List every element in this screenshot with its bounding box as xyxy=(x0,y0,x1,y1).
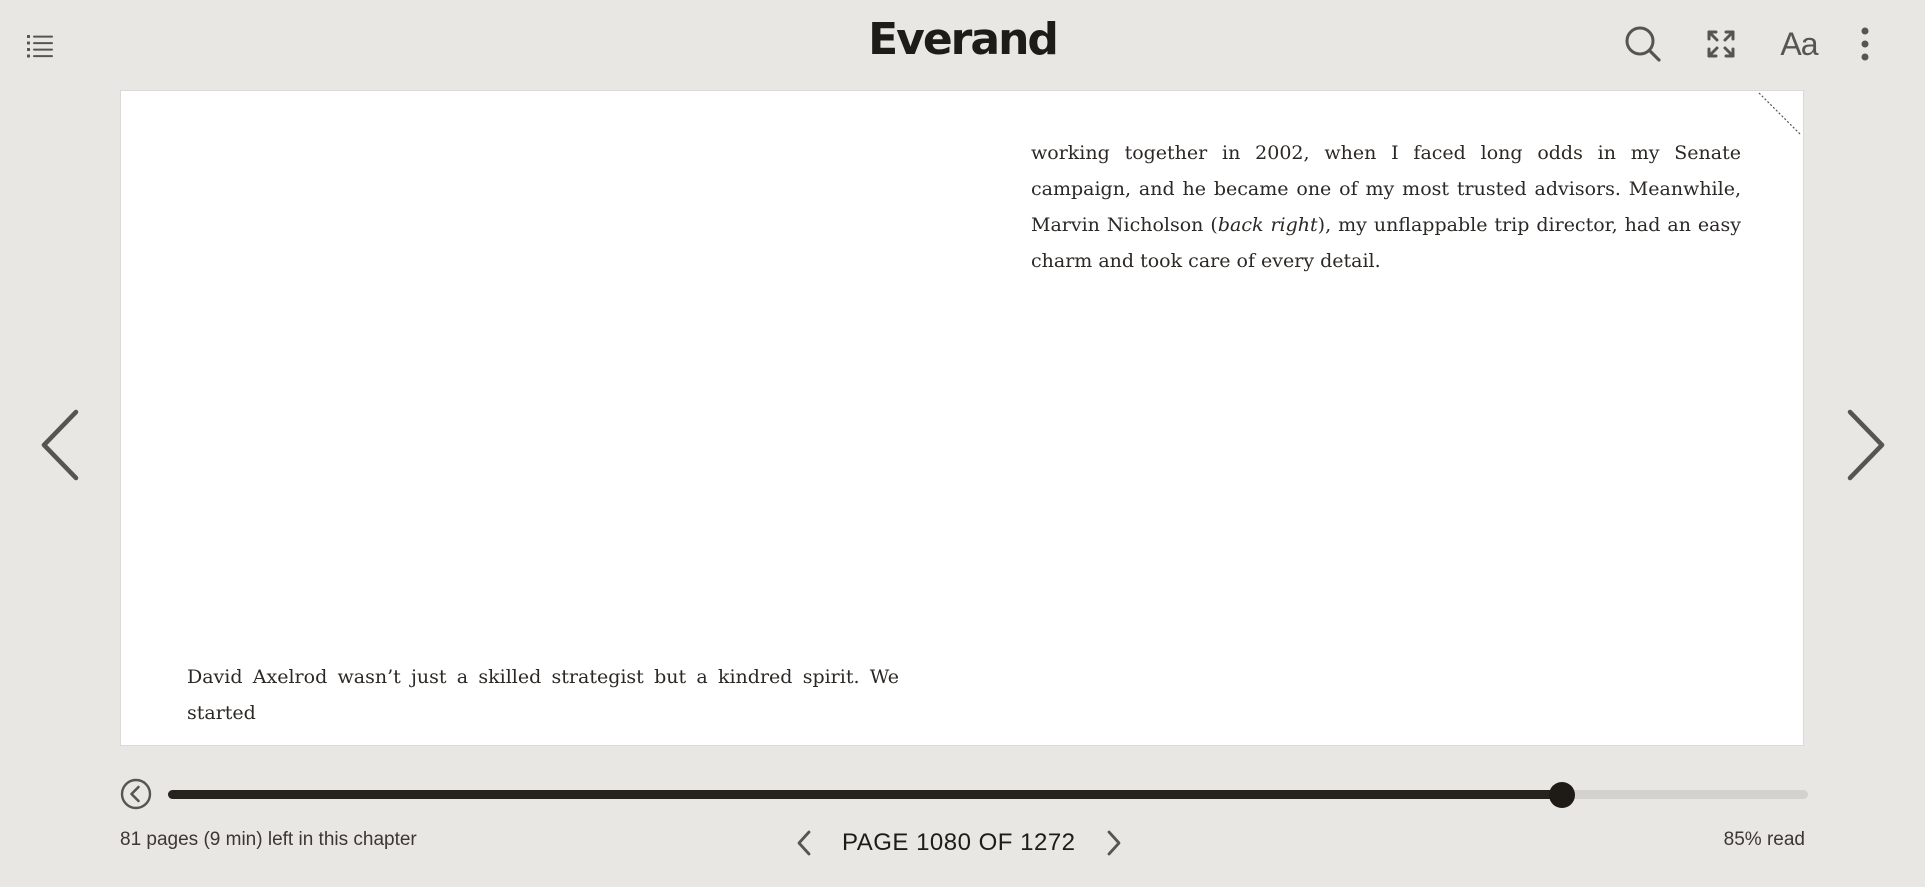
chevron-right-icon xyxy=(1847,409,1885,481)
bookmark-corner-icon[interactable] xyxy=(1755,91,1803,139)
percent-read-text: 85% read xyxy=(1723,829,1805,850)
page-navigator: PAGE 1080 OF 1272 xyxy=(784,820,1134,866)
list-icon xyxy=(27,35,53,58)
chevron-left-icon xyxy=(797,830,811,856)
more-options-button[interactable] xyxy=(1843,22,1887,66)
italic-caption-reference: back right xyxy=(1217,214,1318,236)
next-page-button[interactable] xyxy=(1836,405,1896,485)
progress-slider-thumb[interactable] xyxy=(1549,782,1575,808)
font-settings-label: Aa xyxy=(1780,25,1818,62)
history-back-icon xyxy=(120,778,152,810)
search-icon xyxy=(1625,26,1661,62)
previous-page-small-button[interactable] xyxy=(784,823,824,863)
top-toolbar: Everand Aa xyxy=(0,0,1925,90)
more-vertical-icon xyxy=(1861,27,1869,61)
reading-progress xyxy=(120,778,1808,810)
progress-fill xyxy=(168,790,1562,799)
next-page-small-button[interactable] xyxy=(1094,823,1134,863)
progress-track[interactable] xyxy=(168,782,1808,808)
page-number-label: PAGE 1080 OF 1272 xyxy=(842,829,1076,856)
table-of-contents-button[interactable] xyxy=(26,30,56,60)
everand-logo[interactable]: Everand xyxy=(868,14,1059,65)
chapter-remaining-text: 81 pages (9 min) left in this chapter xyxy=(120,829,417,850)
previous-page-button[interactable] xyxy=(30,405,90,485)
fullscreen-button[interactable] xyxy=(1699,22,1743,66)
chevron-right-icon xyxy=(1107,830,1120,856)
search-button[interactable] xyxy=(1621,22,1665,66)
return-to-position-button[interactable] xyxy=(120,778,152,810)
book-page-spread: David Axelrod wasn’t just a skilled stra… xyxy=(120,90,1804,746)
expand-icon xyxy=(1707,30,1735,58)
chevron-left-icon xyxy=(41,409,79,481)
font-settings-button[interactable]: Aa xyxy=(1777,22,1821,66)
left-page-text: David Axelrod wasn’t just a skilled stra… xyxy=(187,666,899,724)
right-page-text: working together in 2002, when I faced l… xyxy=(1031,135,1741,279)
